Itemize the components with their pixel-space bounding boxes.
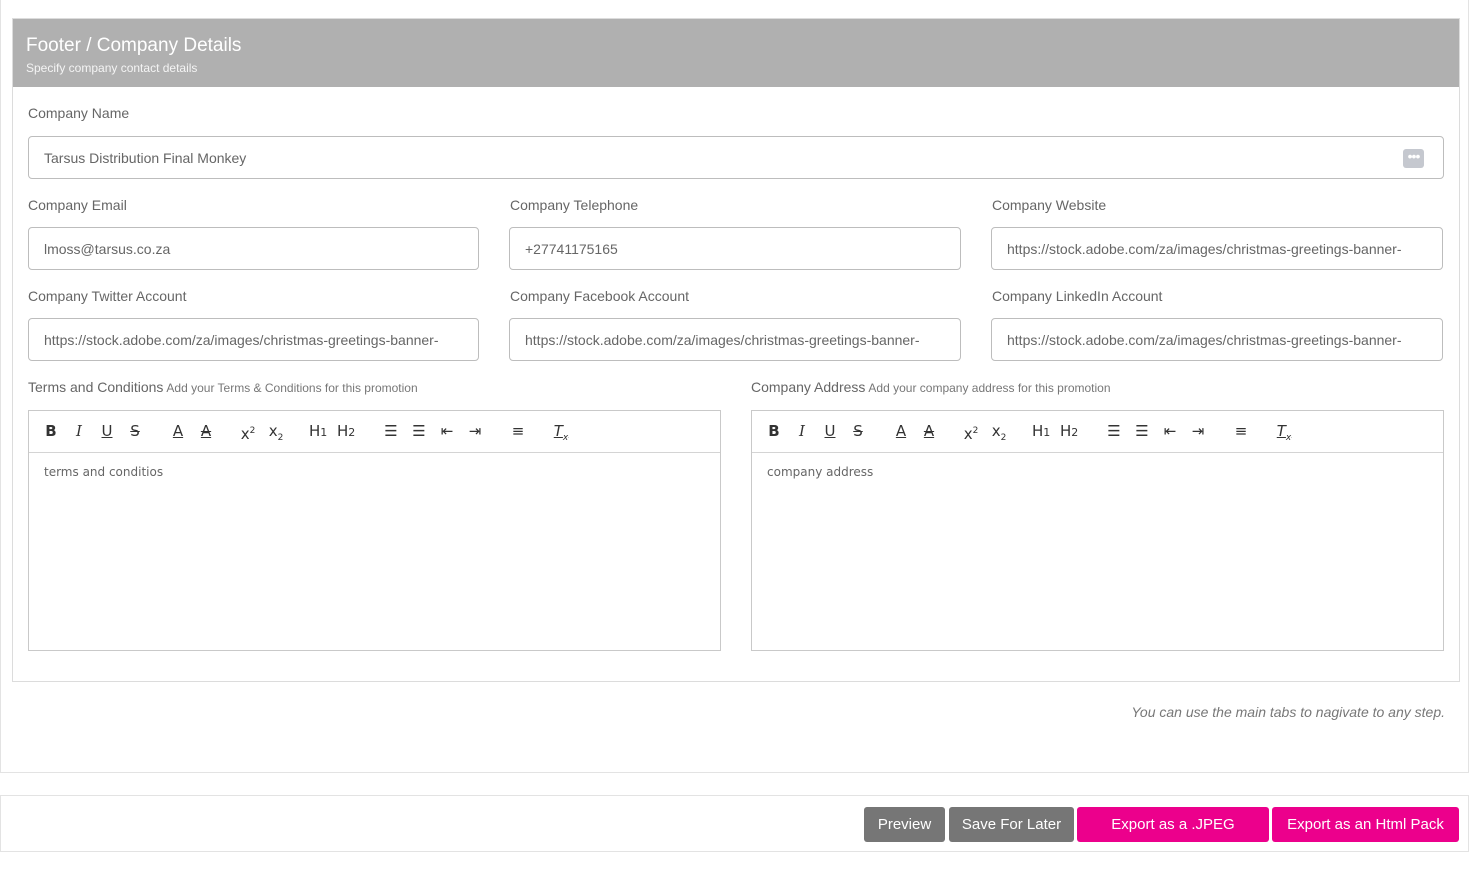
address-toolbar: B I U S A A x2 x2 H1 H2 ☰ ☰ ⇤ ⇥ ≡ Tx (752, 411, 1443, 453)
address-label-text: Company Address (751, 379, 866, 395)
panel-subtitle: Specify company contact details (26, 61, 198, 75)
align-icon[interactable]: ≡ (1232, 420, 1250, 442)
more-options-icon[interactable]: ••• (1403, 149, 1424, 168)
heading1-icon[interactable]: H1 (1032, 420, 1050, 442)
align-icon[interactable]: ≡ (509, 420, 527, 442)
subscript-mark: 2 (1000, 433, 1007, 443)
background-color-icon[interactable]: A (197, 420, 215, 442)
heading1-mark: 1 (320, 426, 328, 439)
terms-toolbar: B I U S A A x2 x2 H1 H2 ☰ ☰ ⇤ ⇥ ≡ Tx (29, 411, 720, 453)
heading2-mark: 2 (348, 426, 356, 439)
subscript-base: x (991, 422, 1001, 440)
font-color-icon[interactable]: A (169, 420, 187, 442)
font-color-icon[interactable]: A (892, 420, 910, 442)
company-email-field[interactable] (28, 227, 479, 270)
superscript-mark: 2 (972, 426, 979, 436)
heading1-base: H (309, 422, 321, 440)
superscript-mark: 2 (249, 426, 256, 436)
panel-header: Footer / Company Details Specify company… (13, 19, 1459, 87)
italic-icon[interactable]: I (793, 420, 811, 442)
address-hint: Add your company address for this promot… (868, 381, 1111, 395)
company-facebook-label: Company Facebook Account (510, 288, 689, 304)
company-twitter-field[interactable] (28, 318, 479, 361)
ordered-list-icon[interactable]: ☰ (1105, 420, 1123, 442)
subscript-base: x (268, 422, 278, 440)
company-name-label: Company Name (28, 105, 130, 121)
clear-format-icon[interactable]: Tx (1275, 420, 1293, 443)
superscript-base: x (240, 425, 250, 443)
superscript-base: x (963, 425, 973, 443)
company-email-label: Company Email (28, 197, 127, 213)
step-card: Footer / Company Details Specify company… (0, 0, 1469, 773)
export-jpeg-button[interactable]: Export as a .JPEG Image (1077, 807, 1269, 868)
company-linkedin-label: Company LinkedIn Account (992, 288, 1163, 304)
terms-editor-content[interactable]: terms and conditios (44, 465, 163, 479)
terms-hint: Add your Terms & Conditions for this pro… (166, 381, 418, 395)
company-website-field[interactable] (991, 227, 1443, 270)
company-name-field[interactable]: ••• (28, 136, 1444, 179)
indent-icon[interactable]: ⇥ (466, 420, 484, 442)
strike-icon[interactable]: S (126, 420, 144, 442)
export-html-button[interactable]: Export as an Html Pack (1272, 807, 1459, 842)
heading2-base: H (1060, 422, 1072, 440)
terms-editor: B I U S A A x2 x2 H1 H2 ☰ ☰ ⇤ ⇥ ≡ Tx ter… (28, 410, 721, 651)
clear-format-icon[interactable]: Tx (552, 420, 570, 443)
bold-icon[interactable]: B (765, 420, 783, 442)
outdent-icon[interactable]: ⇤ (438, 420, 456, 442)
heading1-icon[interactable]: H1 (309, 420, 327, 442)
italic-icon[interactable]: I (70, 420, 88, 442)
action-bar: Preview Save For Later Export as a .JPEG… (0, 795, 1469, 868)
bullet-list-icon[interactable]: ☰ (1133, 420, 1151, 442)
save-for-later-button[interactable]: Save For Later (949, 807, 1074, 842)
superscript-icon[interactable]: x2 (962, 420, 980, 443)
company-details-panel: Footer / Company Details Specify company… (12, 18, 1460, 682)
strike-icon[interactable]: S (849, 420, 867, 442)
bold-icon[interactable]: B (42, 420, 60, 442)
preview-button[interactable]: Preview (864, 807, 945, 842)
company-facebook-field[interactable] (509, 318, 961, 361)
address-label: Company Address Add your company address … (751, 379, 1111, 395)
address-editor-content[interactable]: company address (767, 465, 873, 479)
company-linkedin-field[interactable] (991, 318, 1443, 361)
clear-format-mark: x (1285, 433, 1292, 443)
company-facebook-input[interactable] (510, 319, 960, 360)
background-color-icon[interactable]: A (920, 420, 938, 442)
panel-title: Footer / Company Details (26, 35, 242, 56)
underline-icon[interactable]: U (98, 420, 116, 442)
company-twitter-label: Company Twitter Account (28, 288, 187, 304)
heading2-icon[interactable]: H2 (1060, 420, 1078, 442)
company-telephone-input[interactable] (510, 228, 960, 269)
company-website-label: Company Website (992, 197, 1107, 213)
indent-icon[interactable]: ⇥ (1189, 420, 1207, 442)
subscript-icon[interactable]: x2 (990, 420, 1008, 443)
company-telephone-field[interactable] (509, 227, 961, 270)
address-editor: B I U S A A x2 x2 H1 H2 ☰ ☰ ⇤ ⇥ ≡ Tx com… (751, 410, 1444, 651)
heading1-mark: 1 (1043, 426, 1051, 439)
company-email-input[interactable] (29, 228, 478, 269)
heading2-icon[interactable]: H2 (337, 420, 355, 442)
navigation-hint: You can use the main tabs to nagivate to… (1131, 704, 1445, 720)
heading2-mark: 2 (1071, 426, 1079, 439)
terms-label: Terms and Conditions Add your Terms & Con… (28, 379, 418, 395)
outdent-icon[interactable]: ⇤ (1161, 420, 1179, 442)
terms-label-text: Terms and Conditions (28, 379, 164, 395)
ordered-list-icon[interactable]: ☰ (382, 420, 400, 442)
company-name-input[interactable] (29, 137, 1443, 178)
company-website-input[interactable] (992, 228, 1442, 269)
clear-format-base: T (553, 422, 563, 440)
subscript-mark: 2 (277, 433, 284, 443)
company-twitter-input[interactable] (29, 319, 478, 360)
heading2-base: H (337, 422, 349, 440)
company-telephone-label: Company Telephone (510, 197, 639, 213)
heading1-base: H (1032, 422, 1044, 440)
underline-icon[interactable]: U (821, 420, 839, 442)
clear-format-mark: x (562, 433, 569, 443)
bullet-list-icon[interactable]: ☰ (410, 420, 428, 442)
superscript-icon[interactable]: x2 (239, 420, 257, 443)
company-linkedin-input[interactable] (992, 319, 1442, 360)
subscript-icon[interactable]: x2 (267, 420, 285, 443)
clear-format-base: T (1276, 422, 1286, 440)
